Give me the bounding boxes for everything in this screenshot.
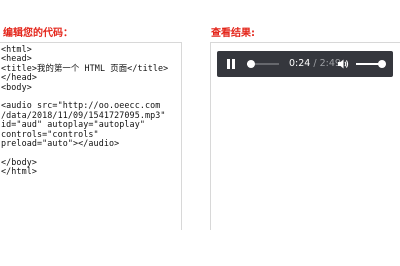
volume-handle[interactable] xyxy=(377,60,386,68)
pause-icon-bar xyxy=(232,59,235,69)
editor-title: 编辑您的代码： xyxy=(3,28,73,39)
pause-button[interactable] xyxy=(227,59,235,69)
progress-handle[interactable] xyxy=(247,60,256,68)
volume-slider[interactable] xyxy=(356,60,386,68)
progress-slider[interactable] xyxy=(247,60,279,68)
pause-icon xyxy=(227,59,230,69)
code-editor[interactable]: <html> <head> <title>我的第一个 HTML 页面</titl… xyxy=(0,42,182,230)
current-time: 0:24 xyxy=(289,58,311,69)
time-separator: / xyxy=(310,58,320,69)
volume-icon[interactable] xyxy=(337,58,349,70)
result-title: 查看结果: xyxy=(211,28,255,39)
time-display: 0:24 / 2:49 xyxy=(289,58,341,70)
result-pane: 0:24 / 2:49 xyxy=(210,42,400,230)
code-text[interactable]: <html> <head> <title>我的第一个 HTML 页面</titl… xyxy=(0,43,181,179)
audio-player[interactable]: 0:24 / 2:49 xyxy=(217,51,393,77)
